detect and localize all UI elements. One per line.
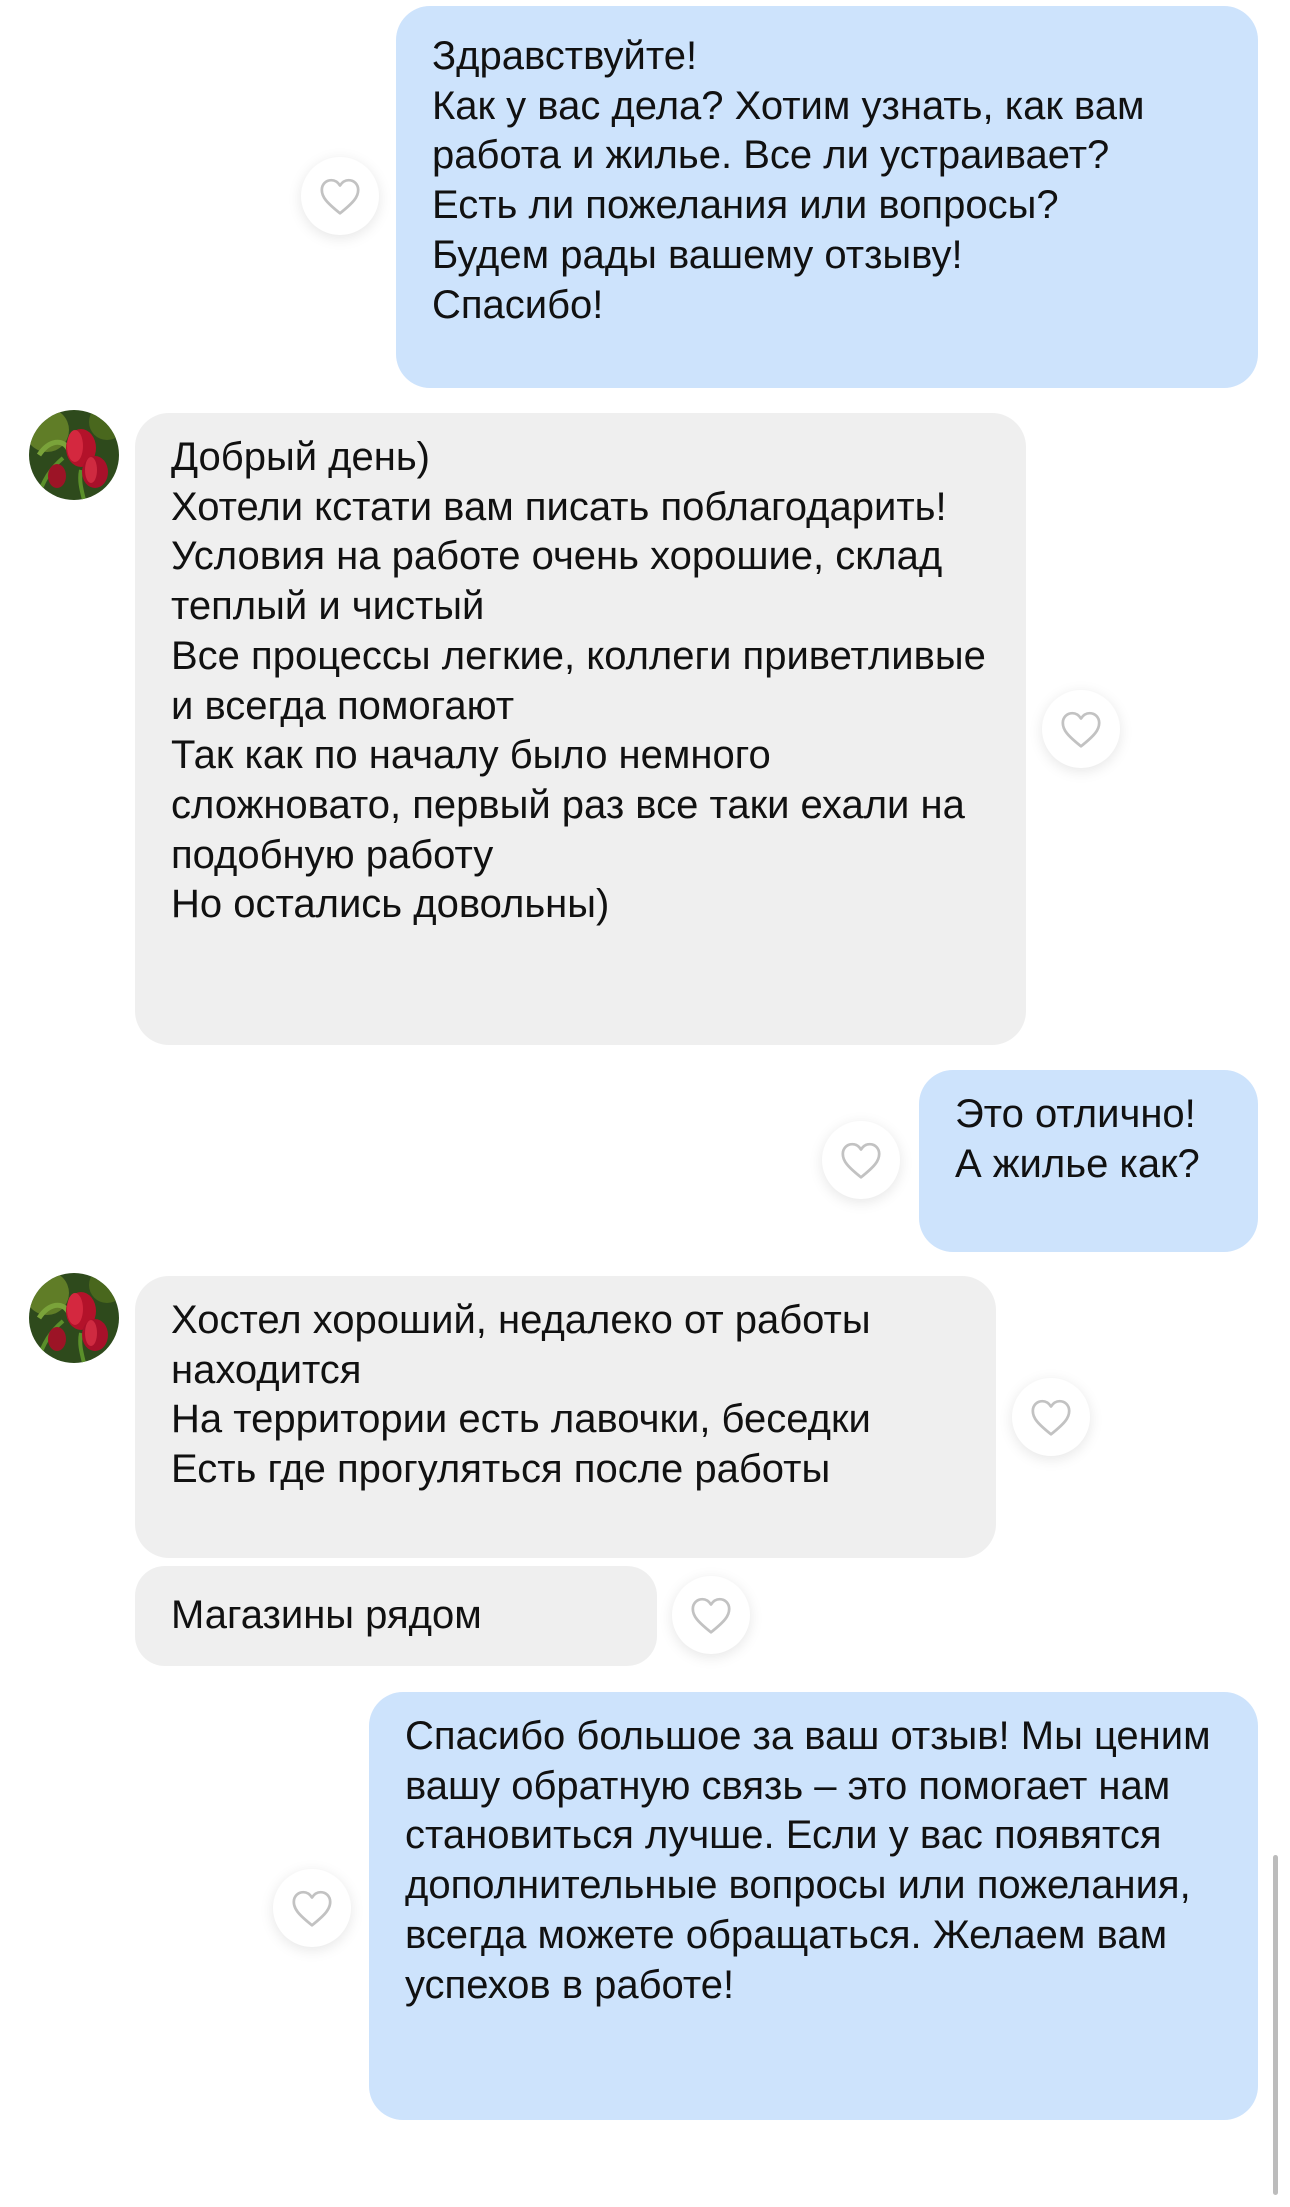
tulips-avatar xyxy=(29,1273,119,1363)
like-button[interactable] xyxy=(301,157,379,235)
sender-avatar[interactable] xyxy=(29,410,119,500)
scrollbar[interactable] xyxy=(1273,1855,1278,2195)
incoming-message-bubble[interactable]: Добрый день) Хотели кстати вам писать по… xyxy=(135,413,1026,1045)
like-button[interactable] xyxy=(822,1121,900,1199)
heart-outline-icon xyxy=(691,1597,731,1634)
like-button[interactable] xyxy=(273,1869,351,1947)
heart-outline-icon xyxy=(320,178,360,215)
heart-outline-icon xyxy=(1031,1399,1071,1436)
heart-outline-icon xyxy=(1061,711,1101,748)
incoming-message-bubble[interactable]: Магазины рядом xyxy=(135,1566,657,1666)
tulips-avatar xyxy=(29,410,119,500)
outgoing-message-bubble[interactable]: Здравствуйте! Как у вас дела? Хотим узна… xyxy=(396,6,1258,388)
outgoing-message-bubble[interactable]: Спасибо большое за ваш отзыв! Мы ценим в… xyxy=(369,1692,1258,2120)
like-button[interactable] xyxy=(672,1576,750,1654)
incoming-message-bubble[interactable]: Хостел хороший, недалеко от работы наход… xyxy=(135,1276,996,1558)
chat-conversation: Здравствуйте! Как у вас дела? Хотим узна… xyxy=(0,0,1290,2207)
sender-avatar[interactable] xyxy=(29,1273,119,1363)
heart-outline-icon xyxy=(292,1890,332,1927)
like-button[interactable] xyxy=(1012,1378,1090,1456)
heart-outline-icon xyxy=(841,1142,881,1179)
like-button[interactable] xyxy=(1042,690,1120,768)
outgoing-message-bubble[interactable]: Это отлично! А жилье как? xyxy=(919,1070,1258,1252)
